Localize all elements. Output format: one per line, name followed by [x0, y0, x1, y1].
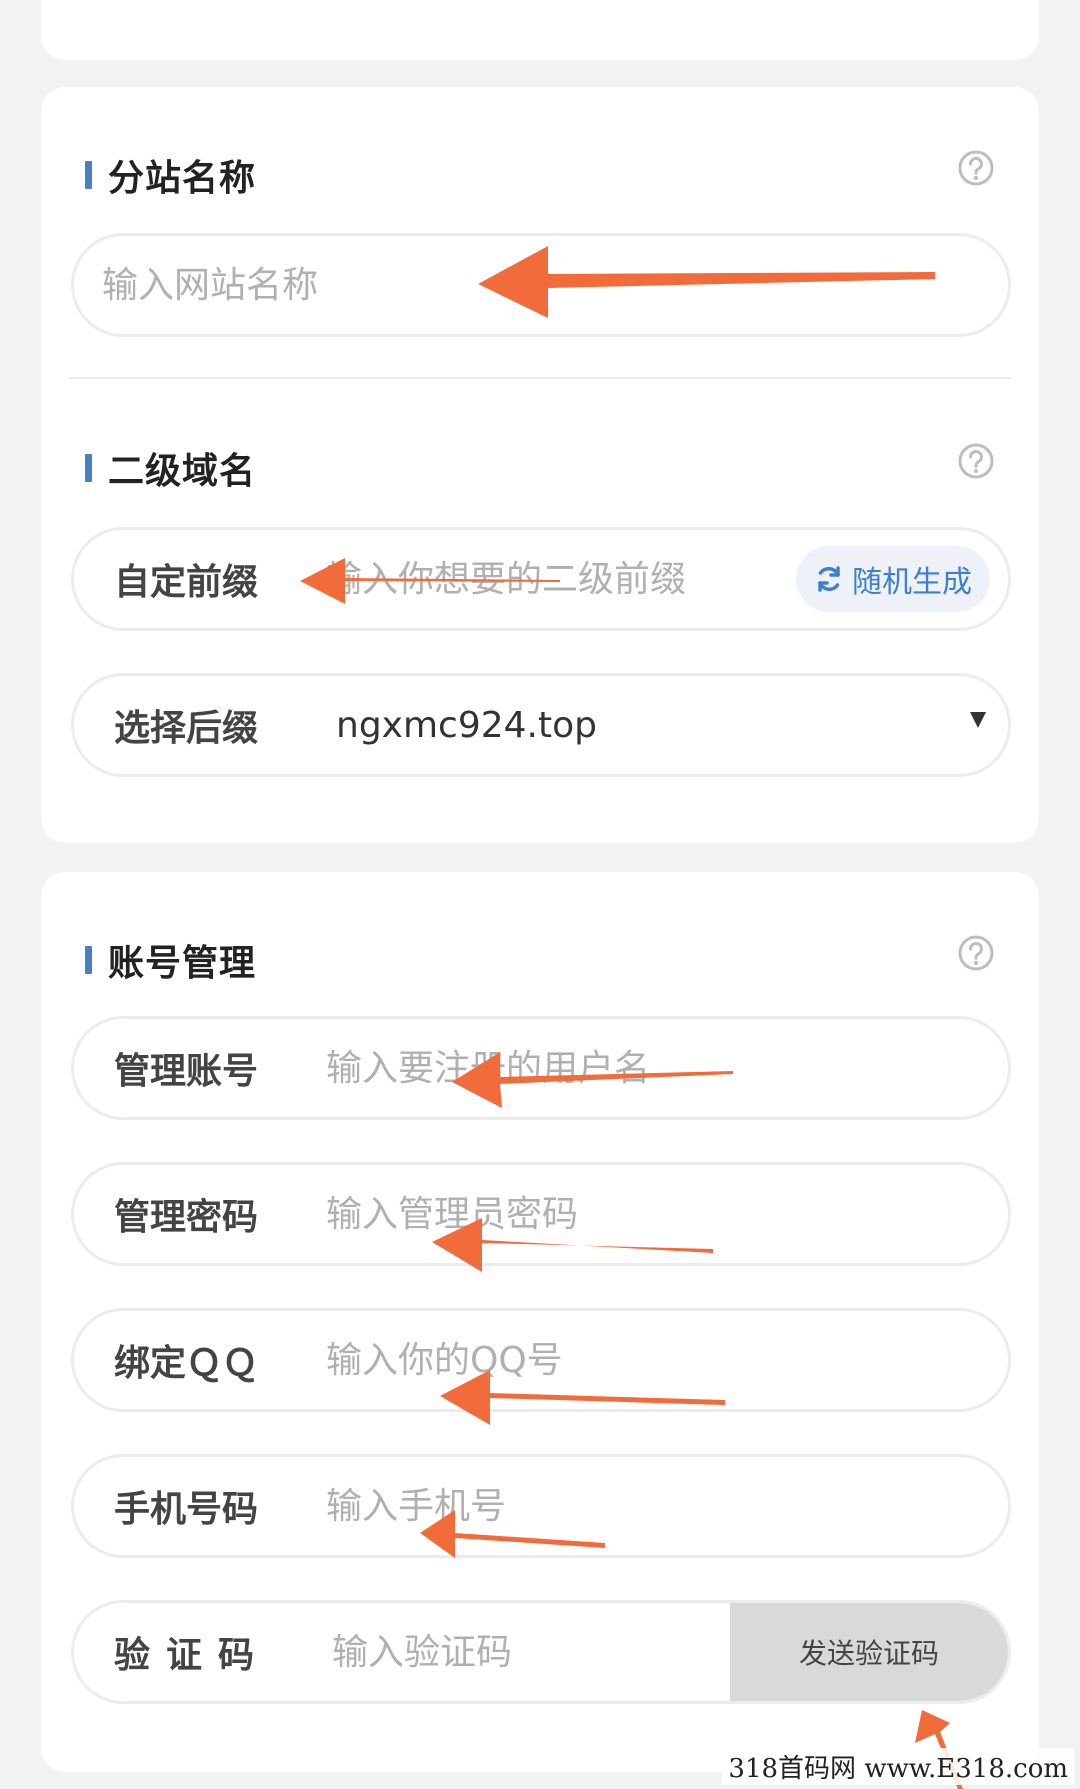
arrow-annotation-icon	[300, 558, 560, 604]
arrow-annotation-icon	[440, 1370, 725, 1425]
arrow-annotation-icon	[478, 246, 935, 318]
arrow-annotation-icon	[432, 1218, 713, 1272]
arrow-annotation-icon	[420, 1510, 605, 1558]
annotation-arrows	[300, 246, 963, 1789]
watermark: 318首码网 www.E318.com	[722, 1748, 1074, 1785]
arrow-annotation-icon	[452, 1052, 733, 1108]
page: 分站名称 二级域名 自定前缀	[0, 0, 1080, 1789]
